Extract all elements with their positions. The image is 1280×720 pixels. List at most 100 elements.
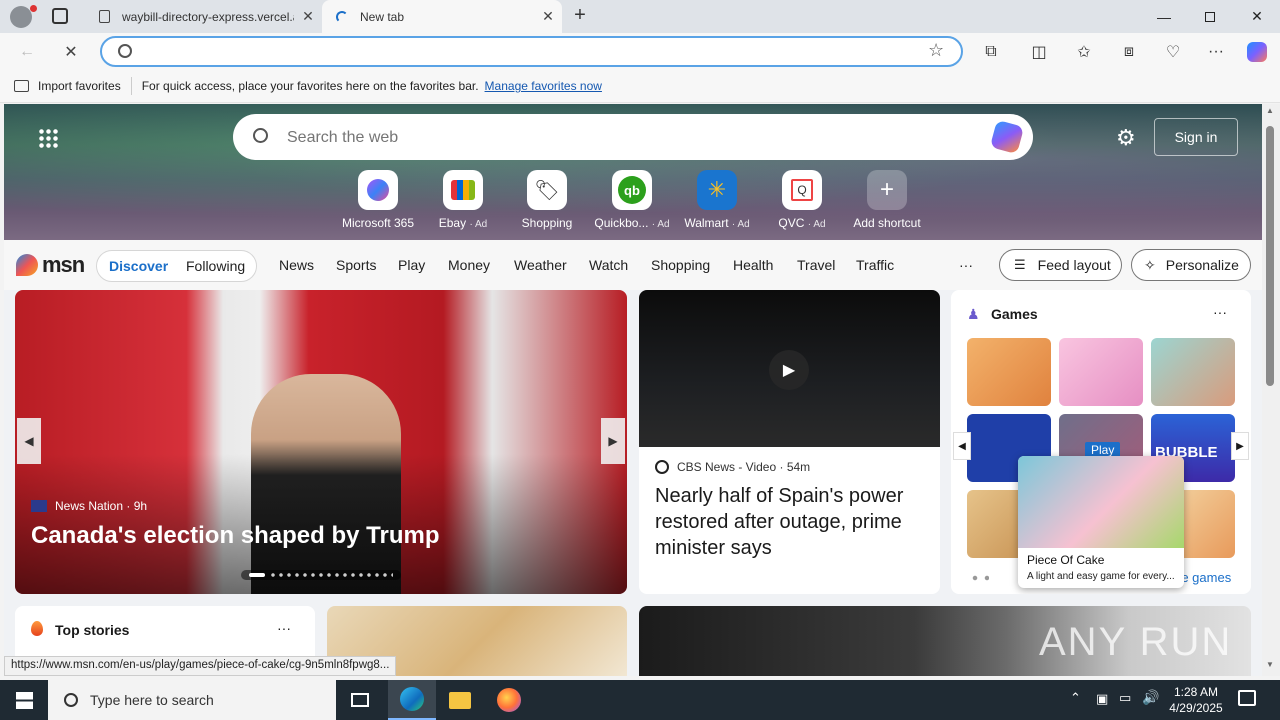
new-tab-button[interactable]: + (568, 4, 592, 28)
restore-button[interactable] (1187, 0, 1233, 33)
play-icon[interactable]: ▶ (769, 350, 809, 390)
browser-essentials-icon[interactable]: ♡ (1159, 38, 1187, 66)
games-more-icon[interactable]: ··· (1213, 304, 1227, 320)
video-headline[interactable]: Nearly half of Spain's power restored af… (655, 483, 925, 561)
page-icon (96, 9, 112, 25)
shortcut-shopping[interactable]: 🏷 Shopping (507, 170, 587, 230)
games-page-dots[interactable] (969, 575, 989, 581)
taskbar-search[interactable]: Type here to search (48, 680, 336, 720)
edge-app-button[interactable] (388, 680, 436, 720)
profile-icon[interactable] (10, 5, 37, 28)
copilot-icon[interactable] (1243, 38, 1271, 66)
games-next-button[interactable]: ▶ (1231, 432, 1249, 460)
game-tile[interactable] (967, 338, 1051, 406)
web-search-box[interactable] (233, 114, 1033, 160)
tooltip-desc: A light and easy game for every... (1027, 571, 1175, 582)
more-menu-icon[interactable]: ··· (1202, 38, 1230, 66)
nav-health[interactable]: Health (733, 257, 773, 273)
close-tab-icon[interactable]: ✕ (534, 8, 562, 25)
copilot-icon[interactable] (989, 119, 1025, 155)
file-explorer-button[interactable] (436, 680, 484, 720)
start-button[interactable] (0, 680, 48, 720)
settings-gear-icon[interactable]: ⚙ (1116, 125, 1136, 151)
nav-traffic[interactable]: Traffic (856, 257, 894, 273)
firefox-icon (497, 688, 521, 712)
games-title: Games (991, 306, 1038, 322)
carousel-next-button[interactable]: ▶ (601, 418, 625, 464)
games-card: ♟ Games ··· Play BUBBLE ◀ ▶ re games Pie… (951, 290, 1251, 594)
feed-layout-button[interactable]: ☰ Feed layout (999, 249, 1122, 281)
favorites-icon[interactable]: ✩ (1070, 38, 1098, 66)
close-tab-icon[interactable]: ✕ (294, 8, 322, 25)
address-bar[interactable]: ☆ (100, 36, 963, 67)
volume-icon[interactable]: 🔊 (1142, 689, 1159, 706)
carousel-dots[interactable] (241, 570, 401, 580)
game-tile[interactable] (1059, 338, 1143, 406)
news-story-card[interactable]: ANY RUN (639, 606, 1251, 676)
nav-shopping[interactable]: Shopping (651, 257, 710, 273)
status-url: https://www.msn.com/en-us/play/games/pie… (4, 656, 397, 676)
device-icon[interactable]: ▣ (1096, 691, 1108, 707)
shortcut-microsoft-365[interactable]: Microsoft 365 (338, 170, 418, 230)
nav-more-button[interactable]: ··· (959, 257, 973, 273)
page-scrollbar[interactable]: ▲ ▼ (1262, 104, 1280, 676)
favorite-star-icon[interactable]: ☆ (928, 40, 944, 61)
video-story-card[interactable]: ▶ CBS News - Video · 54m Nearly half of … (639, 290, 940, 594)
shortcut-qvc[interactable]: Q QVC · Ad (762, 170, 842, 230)
back-button[interactable]: ← (12, 37, 42, 67)
nav-money[interactable]: Money (448, 257, 490, 273)
main-story-card[interactable]: ◀ ▶ News Nation · 9h Canada's election s… (15, 290, 627, 594)
tab-waybill[interactable]: waybill-directory-express.vercel.a ✕ (84, 0, 322, 33)
title-bar: waybill-directory-express.vercel.a ✕ New… (0, 0, 1280, 33)
nav-play[interactable]: Play (398, 257, 425, 273)
tab-new-tab[interactable]: New tab ✕ (322, 0, 562, 33)
nav-sports[interactable]: Sports (336, 257, 376, 273)
tab-label: New tab (360, 9, 405, 24)
tab-actions-icon[interactable] (52, 8, 68, 24)
shortcut-walmart[interactable]: ✳ Walmart · Ad (677, 170, 757, 230)
collections-icon[interactable]: ⧈ (1115, 38, 1143, 66)
firefox-button[interactable] (485, 680, 533, 720)
split-screen-icon[interactable]: ◫ (1025, 38, 1053, 66)
address-input[interactable] (146, 42, 906, 62)
scrollbar-thumb[interactable] (1266, 126, 1274, 386)
more-games-link[interactable]: re games (1177, 570, 1231, 585)
flame-icon (31, 621, 43, 636)
nav-watch[interactable]: Watch (589, 257, 628, 273)
stop-loading-button[interactable]: ✕ (56, 37, 86, 67)
network-icon[interactable]: ▭ (1119, 690, 1131, 706)
top-stories-more-icon[interactable]: ··· (277, 620, 291, 636)
shortcut-quickbooks[interactable]: qb Quickbo... · Ad (592, 170, 672, 230)
sign-in-button[interactable]: Sign in (1154, 118, 1238, 156)
shortcut-ebay[interactable]: Ebay · Ad (423, 170, 503, 230)
tab-following[interactable]: Following (186, 258, 245, 274)
nav-news[interactable]: News (279, 257, 314, 273)
apps-grid-icon[interactable] (38, 128, 58, 148)
nav-travel[interactable]: Travel (797, 257, 835, 273)
personalize-icon: ✧ (1144, 256, 1156, 273)
folder-icon (449, 691, 471, 709)
import-favorites-button[interactable]: Import favorites (38, 79, 121, 93)
game-tile[interactable] (1151, 338, 1235, 406)
game-hover-preview[interactable]: Piece Of Cake A light and easy game for … (1018, 456, 1184, 588)
games-icon: ♟ (967, 306, 980, 322)
story-headline[interactable]: Canada's election shaped by Trump (31, 522, 439, 550)
tab-discover[interactable]: Discover (109, 258, 168, 274)
import-favorites-icon[interactable] (14, 80, 29, 92)
search-icon (253, 128, 268, 143)
close-window-button[interactable]: ✕ (1234, 0, 1280, 33)
show-hidden-icons[interactable]: ⌃ (1070, 690, 1081, 706)
msn-logo[interactable]: msn (16, 252, 85, 278)
personalize-button[interactable]: ✧ Personalize (1131, 249, 1251, 281)
minimize-button[interactable]: — (1141, 0, 1187, 33)
web-search-input[interactable] (287, 127, 947, 149)
extensions-icon[interactable]: ⧉ (977, 38, 1005, 66)
shortcut-add[interactable]: + Add shortcut (847, 170, 927, 230)
clock[interactable]: 1:28 AM 4/29/2025 (1168, 684, 1224, 716)
carousel-prev-button[interactable]: ◀ (17, 418, 41, 464)
games-prev-button[interactable]: ◀ (953, 432, 971, 460)
task-view-button[interactable] (336, 680, 384, 720)
nav-weather[interactable]: Weather (514, 257, 567, 273)
notifications-icon[interactable] (1238, 690, 1256, 706)
manage-favorites-link[interactable]: Manage favorites now (485, 79, 602, 93)
